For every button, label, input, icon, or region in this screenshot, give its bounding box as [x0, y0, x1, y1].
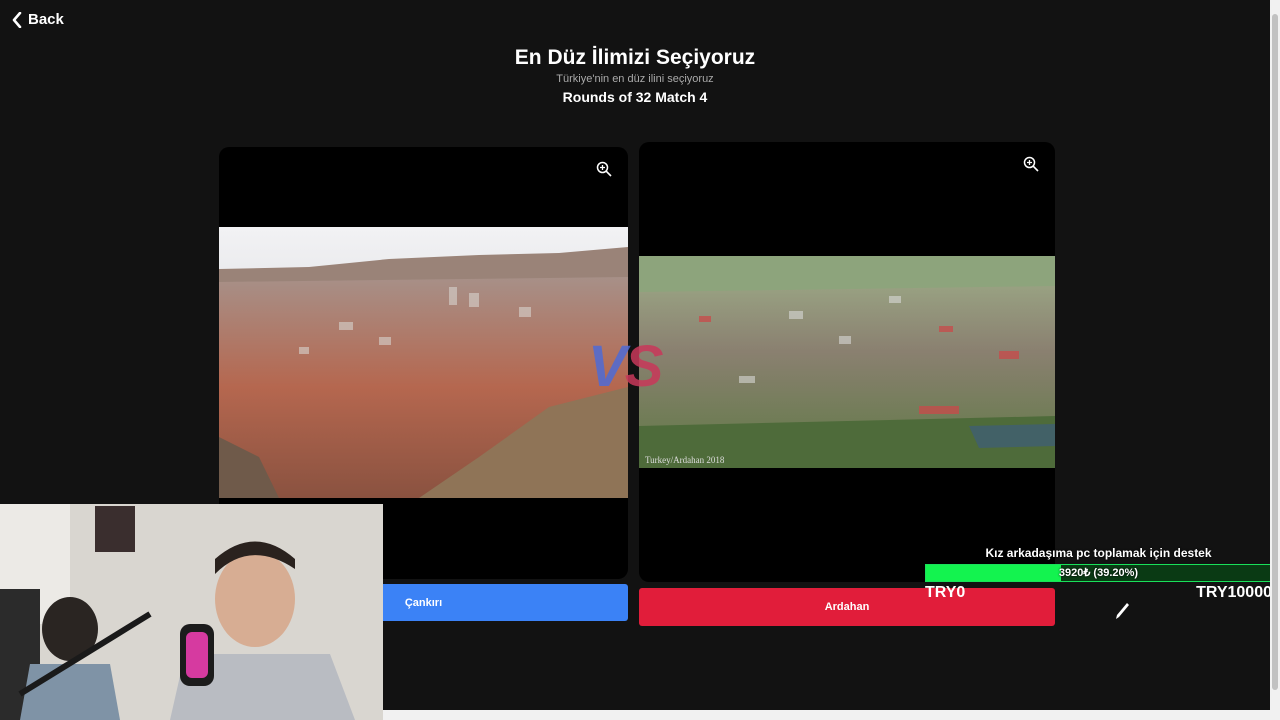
zoom-in-icon[interactable]	[596, 161, 612, 177]
round-label: Rounds of 32 Match 4	[562, 89, 708, 105]
page-title: En Düz İlimizi Seçiyoruz	[514, 46, 756, 69]
right-city-photo	[639, 256, 1055, 468]
right-city-photo-frame: Turkey/Ardahan 2018	[639, 256, 1055, 468]
donation-progress-text: 3920₺ (39.20%)	[1058, 567, 1139, 579]
donation-goal-widget: Kız arkadaşıma pc toplamak için destek 3…	[925, 546, 1272, 601]
zoom-in-icon[interactable]	[1023, 156, 1039, 172]
left-city-photo	[219, 227, 628, 498]
page-subtitle: Türkiye'nin en düz ilini seçiyoruz	[556, 73, 714, 85]
donation-title: Kız arkadaşıma pc toplamak için destek	[985, 546, 1212, 560]
pen-icon	[1116, 603, 1129, 619]
webcam-overlay	[0, 504, 383, 720]
versus-label: VS	[588, 333, 664, 400]
vertical-scrollbar[interactable]	[1270, 0, 1280, 720]
back-button[interactable]: Back	[12, 11, 64, 28]
photo-caption: Turkey/Ardahan 2018	[645, 455, 725, 465]
versus-v: V	[588, 334, 627, 399]
choose-right-button[interactable]: Ardahan	[639, 588, 1055, 626]
donation-min-label: TRY0	[925, 584, 966, 601]
donation-progress-bar: 3920₺ (39.20%)	[925, 564, 1272, 582]
scrollbar-thumb[interactable]	[1272, 14, 1278, 690]
donation-max-label: TRY10000	[1196, 584, 1272, 601]
versus-s: S	[624, 334, 664, 399]
chevron-left-icon	[12, 11, 22, 28]
horizontal-scrollbar[interactable]	[383, 710, 1270, 720]
right-candidate-card[interactable]: Turkey/Ardahan 2018	[639, 142, 1055, 582]
page-header: En Düz İlimizi Seçiyoruz Türkiye'nin en …	[0, 46, 1270, 105]
back-label: Back	[28, 11, 64, 28]
